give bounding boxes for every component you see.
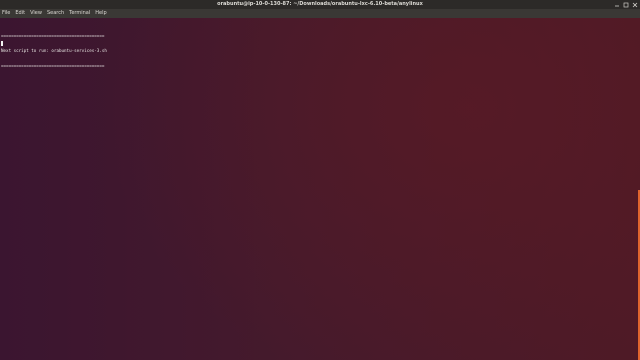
window-title: orabuntu@ip-10-0-130-87: ~/Downloads/ora… xyxy=(217,1,423,7)
terminal-area[interactable]: ========================================… xyxy=(0,18,640,360)
title-bar[interactable]: orabuntu@ip-10-0-130-87: ~/Downloads/ora… xyxy=(0,0,640,9)
menu-edit[interactable]: Edit xyxy=(15,9,25,18)
text-cursor xyxy=(1,41,3,46)
minimize-icon[interactable] xyxy=(614,2,620,8)
close-icon[interactable] xyxy=(632,2,638,8)
menu-help[interactable]: Help xyxy=(95,9,106,18)
menu-file[interactable]: File xyxy=(2,9,10,18)
terminal-window: orabuntu@ip-10-0-130-87: ~/Downloads/ora… xyxy=(0,0,640,360)
terminal-line: Next script to run: orabuntu-services-3.… xyxy=(1,48,107,53)
menu-terminal[interactable]: Terminal xyxy=(69,9,90,18)
terminal-output: ========================================… xyxy=(1,23,107,78)
terminal-line: ========================================… xyxy=(1,63,105,68)
maximize-icon[interactable] xyxy=(623,2,629,8)
menu-bar: File Edit View Search Terminal Help xyxy=(0,9,640,18)
menu-view[interactable]: View xyxy=(30,9,42,18)
window-controls xyxy=(614,1,638,8)
terminal-line: ========================================… xyxy=(1,33,105,38)
menu-search[interactable]: Search xyxy=(47,9,64,18)
